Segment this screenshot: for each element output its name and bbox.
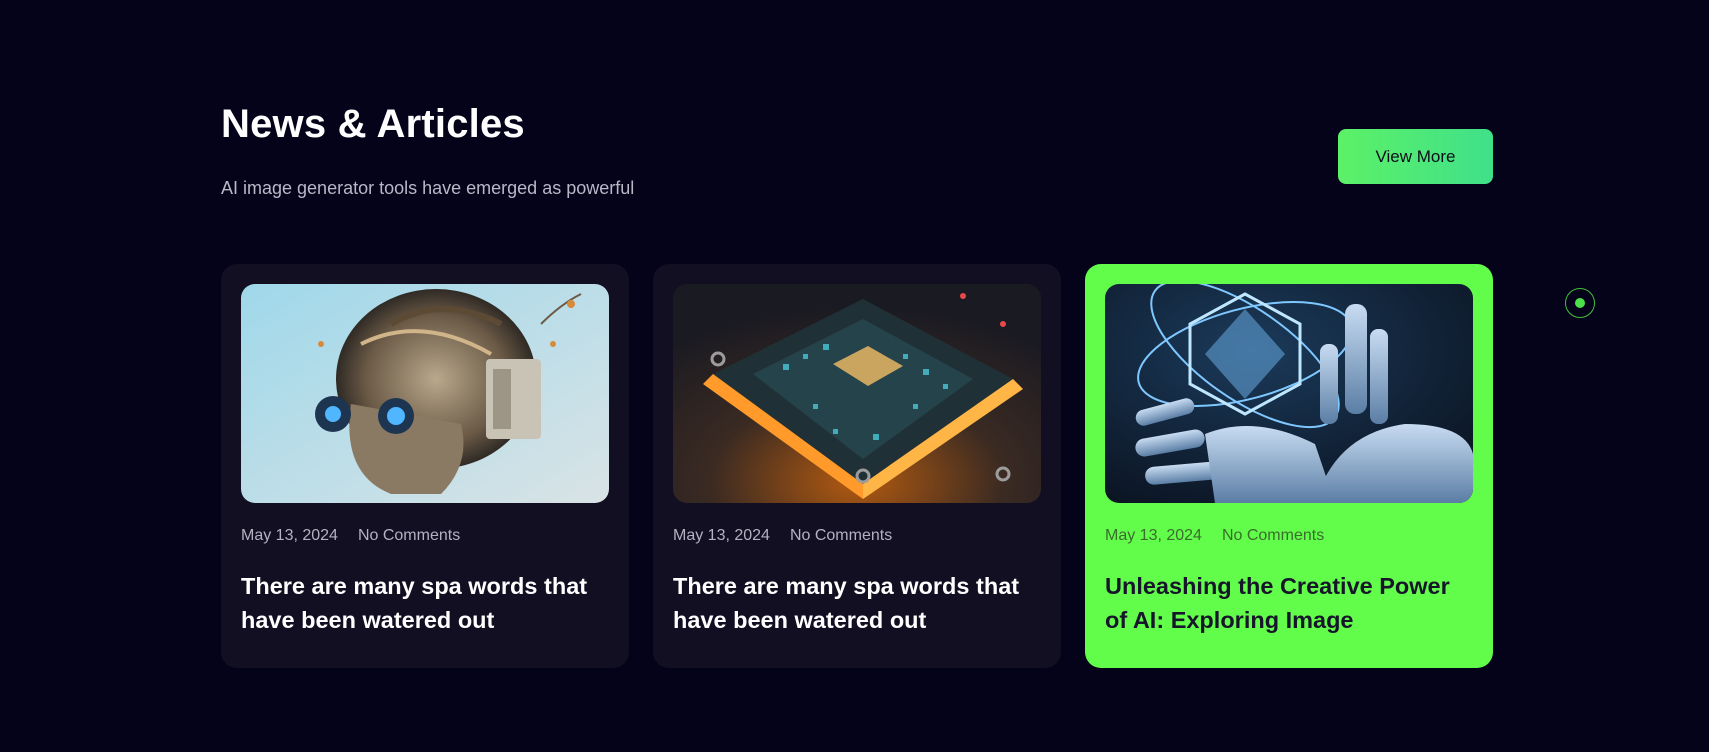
view-more-button[interactable]: View More <box>1338 129 1493 184</box>
article-card[interactable]: May 13, 2024 No Comments There are many … <box>653 264 1061 668</box>
card-comments[interactable]: No Comments <box>1222 527 1324 545</box>
card-title[interactable]: There are many spa words that have been … <box>241 569 611 637</box>
card-title[interactable]: Unleashing the Creative Power of AI: Exp… <box>1105 569 1475 637</box>
section-subtitle: AI image generator tools have emerged as… <box>221 178 635 198</box>
circuit-chip-image[interactable] <box>673 284 1041 503</box>
card-date: May 13, 2024 <box>1105 527 1202 544</box>
slider-pagination-dot[interactable] <box>1565 288 1595 318</box>
robot-hand-atom-image[interactable] <box>1105 284 1473 503</box>
card-meta: May 13, 2024 No Comments <box>673 527 892 545</box>
card-date: May 13, 2024 <box>241 527 338 544</box>
card-date: May 13, 2024 <box>673 527 770 544</box>
robot-skull-image[interactable] <box>241 284 609 503</box>
article-card-active[interactable]: May 13, 2024 No Comments Unleashing the … <box>1085 264 1493 668</box>
card-comments[interactable]: No Comments <box>358 527 460 545</box>
card-comments[interactable]: No Comments <box>790 527 892 545</box>
dot-indicator-icon <box>1575 298 1585 308</box>
article-card[interactable]: May 13, 2024 No Comments There are many … <box>221 264 629 668</box>
card-meta: May 13, 2024 No Comments <box>1105 527 1324 545</box>
card-title[interactable]: There are many spa words that have been … <box>673 569 1043 637</box>
card-meta: May 13, 2024 No Comments <box>241 527 460 545</box>
section-title: News & Articles <box>221 102 525 146</box>
news-articles-section: News & Articles AI image generator tools… <box>0 0 1709 752</box>
